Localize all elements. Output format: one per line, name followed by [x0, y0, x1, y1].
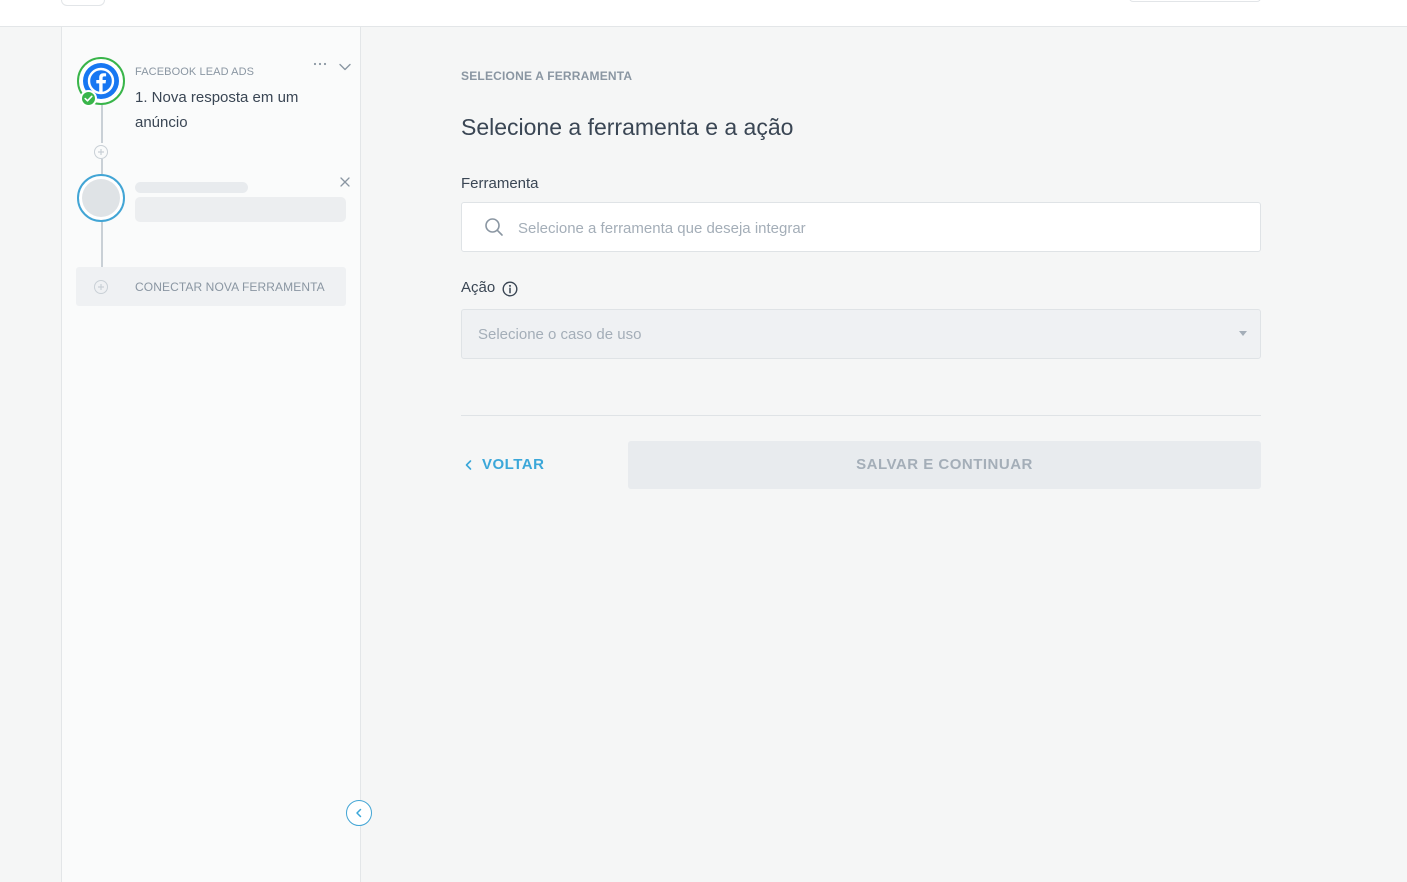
collapse-sidebar-button[interactable] — [346, 800, 372, 826]
info-icon[interactable] — [502, 281, 518, 302]
chevron-left-icon — [356, 808, 362, 818]
step-2-avatar[interactable] — [77, 174, 125, 222]
action-field-label: Ação — [461, 279, 496, 296]
step-2-title-skeleton — [135, 197, 346, 222]
step-connector-line — [101, 159, 103, 174]
top-bar-left-control[interactable] — [61, 0, 105, 6]
action-select-value: Selecione o caso de uso — [478, 326, 642, 343]
step-1-title[interactable]: 1. Nova resposta em um anúncio — [135, 85, 325, 135]
check-icon — [80, 90, 97, 107]
more-options-icon[interactable] — [312, 57, 328, 73]
connect-new-tool-label: CONECTAR NOVA FERRAMENTA — [135, 280, 325, 294]
section-label: SELECIONE A FERRAMENTA — [461, 69, 633, 83]
save-and-continue-button[interactable]: SALVAR E CONTINUAR — [628, 441, 1261, 489]
top-bar-right-control[interactable] — [1129, 0, 1261, 2]
connect-new-tool-button[interactable]: CONECTAR NOVA FERRAMENTA — [76, 267, 346, 306]
step-1-app-name: FACEBOOK LEAD ADS — [135, 66, 255, 78]
page-title: Selecione a ferramenta e a ação — [461, 114, 794, 140]
plus-circle-icon — [94, 280, 108, 294]
placeholder-avatar — [82, 179, 120, 217]
action-select[interactable]: Selecione o caso de uso — [461, 309, 1261, 359]
tool-search-field[interactable] — [461, 202, 1261, 252]
caret-down-icon — [1239, 331, 1247, 336]
back-button[interactable]: VOLTAR — [461, 450, 571, 480]
search-icon — [485, 218, 503, 236]
workflow-sidebar: FACEBOOK LEAD ADS 1. Nova resposta em um… — [61, 27, 361, 882]
step-connector-line — [101, 103, 103, 143]
tool-search-input[interactable] — [516, 215, 1220, 241]
top-bar — [0, 0, 1407, 27]
divider — [461, 415, 1261, 416]
save-and-continue-label: SALVAR E CONTINUAR — [856, 456, 1033, 473]
step-1-avatar[interactable] — [77, 57, 125, 107]
chevron-left-icon — [465, 460, 472, 470]
close-icon[interactable] — [339, 175, 351, 193]
step-2-app-skeleton — [135, 182, 248, 193]
add-step-icon[interactable] — [94, 145, 108, 159]
step-connector-line — [101, 220, 103, 267]
tool-field-label: Ferramenta — [461, 175, 539, 192]
back-button-label: VOLTAR — [482, 456, 545, 473]
chevron-down-icon[interactable] — [338, 59, 352, 77]
